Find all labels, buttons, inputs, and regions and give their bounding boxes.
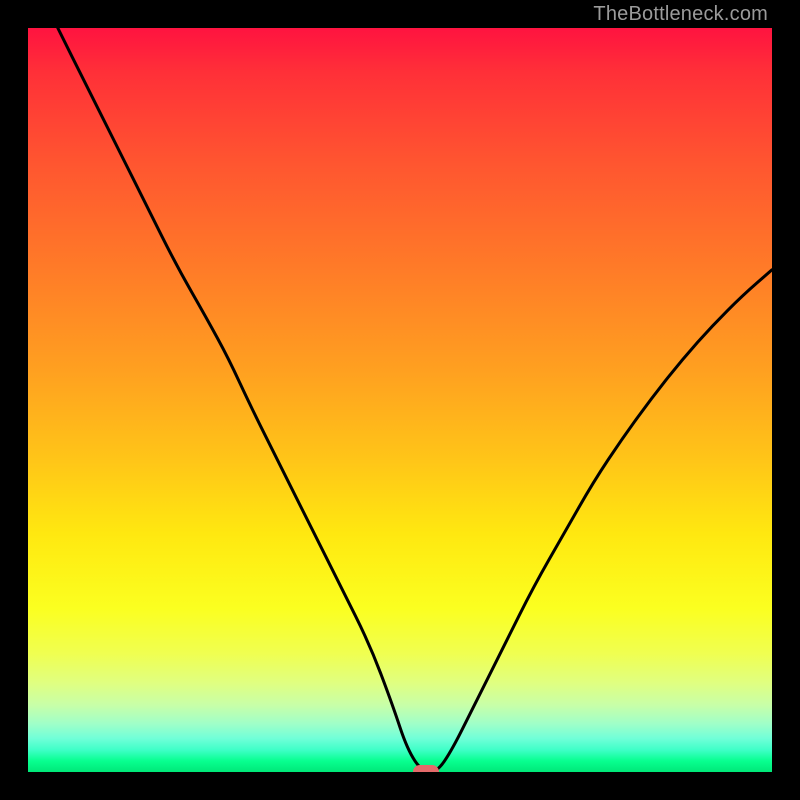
baseline-marker [413, 765, 439, 772]
curve-path [58, 28, 772, 772]
bottleneck-curve [28, 28, 772, 772]
watermark-text: TheBottleneck.com [593, 3, 768, 26]
plot-area [28, 28, 772, 772]
chart-frame: TheBottleneck.com [0, 0, 800, 800]
